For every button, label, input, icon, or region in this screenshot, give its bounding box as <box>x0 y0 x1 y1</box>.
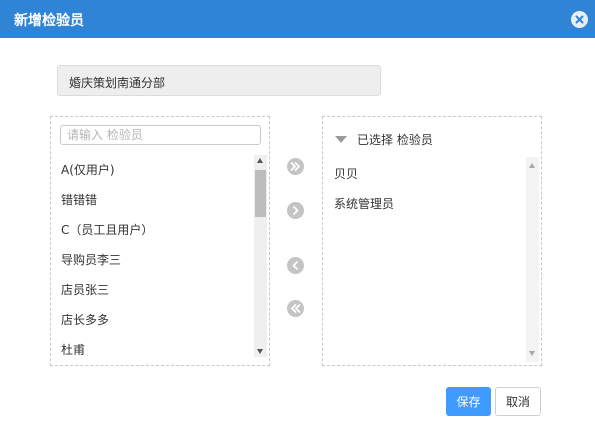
save-button[interactable]: 保存 <box>446 387 491 416</box>
double-chevron-right-icon[interactable] <box>287 158 304 175</box>
search-input[interactable] <box>60 125 261 145</box>
scroll-up-icon[interactable] <box>257 158 263 163</box>
list-item[interactable]: 杜甫 <box>61 341 85 358</box>
list-item[interactable]: 导购员李三 <box>61 251 121 268</box>
list-item[interactable]: 贝贝 <box>334 165 358 182</box>
list-item[interactable]: 店员张三 <box>61 281 109 298</box>
collapse-triangle-icon[interactable] <box>335 136 347 143</box>
chevron-left-icon[interactable] <box>287 257 304 274</box>
department-value: 婚庆策划南通分部 <box>69 76 166 90</box>
scroll-down-icon[interactable] <box>529 351 535 356</box>
list-item[interactable]: C（员工且用户） <box>61 221 153 238</box>
dialog-titlebar: 新增检验员 <box>0 0 595 38</box>
right-scrollbar[interactable] <box>526 157 539 362</box>
available-list: A(仅用户) 错错错 C（员工且用户） 导购员李三 店员张三 店长多多 杜甫 <box>51 155 269 365</box>
available-inspectors-panel: A(仅用户) 错错错 C（员工且用户） 导购员李三 店员张三 店长多多 杜甫 <box>50 116 270 366</box>
department-field: 婚庆策划南通分部 <box>57 65 381 96</box>
list-item[interactable]: A(仅用户) <box>61 161 115 178</box>
selected-header[interactable]: 已选择 检验员 <box>335 131 433 148</box>
list-item[interactable]: 错错错 <box>61 191 97 208</box>
add-inspector-dialog: 新增检验员 婚庆策划南通分部 A(仅用户) 错错错 C（员工且用户） 导购员李三… <box>0 0 595 436</box>
scrollbar-thumb[interactable] <box>255 170 266 217</box>
dialog-title: 新增检验员 <box>14 13 84 29</box>
double-chevron-left-icon[interactable] <box>287 300 304 317</box>
selected-header-label: 已选择 检验员 <box>357 133 433 147</box>
chevron-right-icon[interactable] <box>287 202 304 219</box>
left-scrollbar[interactable] <box>254 155 267 357</box>
list-item[interactable]: 店长多多 <box>61 311 109 328</box>
list-item[interactable]: 系统管理员 <box>334 195 394 212</box>
close-icon[interactable] <box>571 11 588 28</box>
cancel-button[interactable]: 取消 <box>495 387 541 416</box>
scroll-up-icon[interactable] <box>529 163 535 168</box>
scroll-down-icon[interactable] <box>257 349 263 354</box>
selected-inspectors-panel: 已选择 检验员 贝贝 系统管理员 <box>322 116 542 366</box>
